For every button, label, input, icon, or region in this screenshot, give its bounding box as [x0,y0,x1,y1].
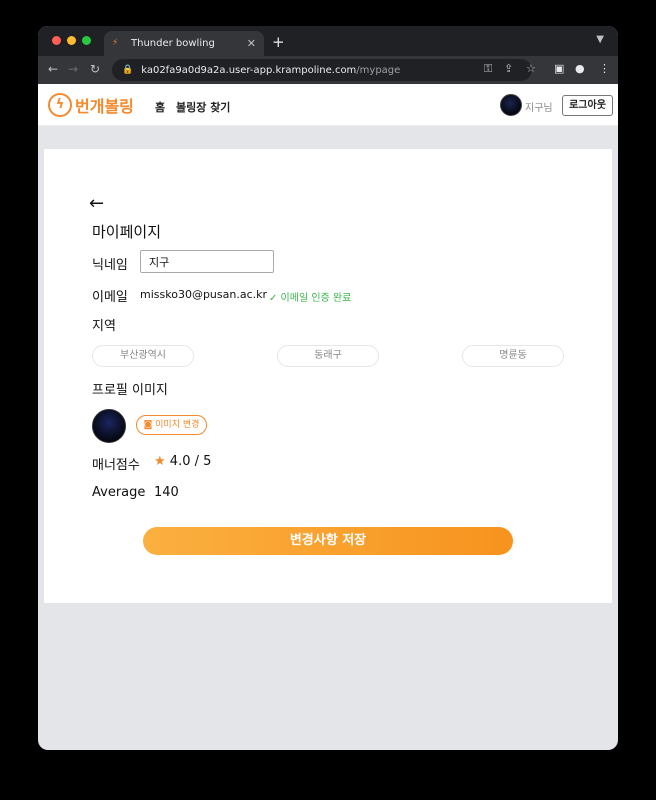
browser-toolbar: ← → ↻ 🔒 ka02fa9a0d9a2a.user-app.krampoli… [38,56,618,84]
user-name: 지구님 [525,103,553,114]
profile-icon[interactable]: ● [575,62,585,75]
tab-title: Thunder bowling [131,38,215,49]
average-label: Average [92,485,146,500]
logo[interactable]: ϟ 번개볼링 [48,93,134,117]
change-image-label: 이미지 변경 [155,420,200,430]
region-city-select[interactable]: 부산광역시 [92,345,194,367]
more-menu-icon[interactable]: ⋮ [599,62,610,75]
manner-score-label: 매너점수 [92,458,140,473]
page-title: 마이페이지 [92,223,162,241]
nickname-label: 닉네임 [92,258,128,273]
email-label: 이메일 [92,290,128,305]
manner-score-value: 4.0 / 5 [169,454,212,469]
browser-window: ⚡ Thunder bowling ✕ + ▼ ← → ↻ 🔒 ka02fa9a… [38,26,618,750]
logout-button[interactable]: 로그아웃 [562,95,613,116]
avatar[interactable] [500,94,522,116]
reload-icon[interactable]: ↻ [90,62,100,76]
save-changes-button[interactable]: 변경사항 저장 [143,527,513,555]
change-image-button[interactable]: ◙ 이미지 변경 [136,415,207,435]
email-verified-badge: ✓ 이메일 인증 완료 [269,293,352,304]
profile-avatar [92,409,126,443]
forward-arrow-icon[interactable]: → [68,62,78,76]
key-icon[interactable]: ⚿ [484,62,492,76]
back-arrow-icon[interactable]: ← [48,62,58,76]
region-neighborhood-select[interactable]: 명륜동 [462,345,564,367]
close-window-button[interactable] [52,36,61,45]
chevron-down-icon[interactable]: ▼ [596,34,604,45]
nav-home[interactable]: 홈 [155,99,165,115]
profile-image-label: 프로필 이미지 [92,383,168,398]
average-value: 140 [154,485,179,500]
minimize-window-button[interactable] [67,36,76,45]
star-icon: ★ [154,454,166,469]
lightning-icon: ⚡ [112,38,119,48]
lightning-logo-icon: ϟ [48,93,72,117]
region-district-select[interactable]: 동래구 [277,345,379,367]
tab-bar: ⚡ Thunder bowling ✕ + ▼ [38,26,618,56]
region-label: 지역 [92,319,116,334]
new-tab-button[interactable]: + [272,33,285,51]
camera-icon: ◙ [143,420,156,430]
url-host: ka02fa9a0d9a2a.user-app.krampoline.com [141,64,357,76]
maximize-window-button[interactable] [82,36,91,45]
back-arrow-icon[interactable]: ← [89,193,104,214]
site-header: ϟ 번개볼링 홈 볼링장 찾기 지구님 로그아웃 [38,84,618,126]
url-path: /mypage [356,64,401,76]
nickname-input[interactable] [140,250,274,273]
manner-score: ★ 4.0 / 5 [154,454,211,469]
address-bar[interactable]: 🔒 ka02fa9a0d9a2a.user-app.krampoline.com… [112,59,532,81]
sidebar-icon[interactable]: ▣ [554,62,564,75]
logo-text: 번개볼링 [75,97,134,116]
share-icon[interactable]: ⇪ [504,62,513,75]
browser-tab[interactable]: ⚡ Thunder bowling ✕ [104,31,264,56]
window-controls [52,36,91,45]
lock-icon: 🔒 [122,65,134,75]
email-value: missko30@pusan.ac.kr [140,288,268,301]
mypage-card: ← 마이페이지 닉네임 이메일 missko30@pusan.ac.kr ✓ 이… [44,149,612,603]
tab-close-icon[interactable]: ✕ [247,37,256,50]
bookmark-star-icon[interactable]: ☆ [526,62,536,75]
nav-find-alley[interactable]: 볼링장 찾기 [176,99,230,115]
